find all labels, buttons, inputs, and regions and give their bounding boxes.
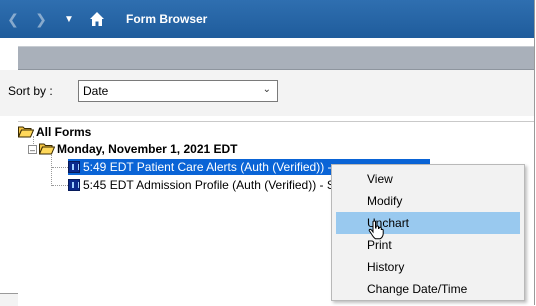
sort-by-label: Sort by : <box>8 84 53 98</box>
sort-by-select[interactable]: Date ⌄ <box>78 80 278 102</box>
folder-open-icon <box>39 143 55 155</box>
tree-node-all-forms[interactable]: All Forms <box>18 124 91 140</box>
menu-item-history[interactable]: History <box>336 256 520 278</box>
tree-node-date[interactable]: Monday, November 1, 2021 EDT <box>39 141 238 157</box>
title-bar: ❮ ❯ ▼ Form Browser <box>0 0 534 38</box>
context-menu: View Modify Unchart Print History Change… <box>331 164 525 301</box>
window-title: Form Browser <box>126 12 208 26</box>
folder-open-icon <box>18 126 34 138</box>
tree-expander-icon[interactable]: – <box>28 145 37 155</box>
tree-connector <box>52 167 68 168</box>
dropdown-arrow-icon[interactable]: ▼ <box>58 0 80 38</box>
menu-item-change-date-time[interactable]: Change Date/Time <box>336 278 520 300</box>
tree-node-label: All Forms <box>36 125 92 139</box>
chevron-left-icon[interactable]: ❮ <box>2 0 24 38</box>
chevron-right-icon[interactable]: ❯ <box>30 0 52 38</box>
tree-connector <box>52 185 68 186</box>
panel-edge <box>0 293 18 306</box>
chevron-down-icon[interactable]: ⌄ <box>263 84 271 95</box>
tree-node-label: Monday, November 1, 2021 EDT <box>57 142 238 156</box>
tree-item-label: 5:45 EDT Admission Profile (Auth (Verifi… <box>83 178 335 192</box>
tree-item-label: 5:49 EDT Patient Care Alerts (Auth (Veri… <box>83 160 332 174</box>
sort-by-value: Date <box>83 84 109 98</box>
tree-connector <box>51 152 52 186</box>
home-icon[interactable] <box>86 0 108 38</box>
menu-item-unchart[interactable]: Unchart <box>336 212 520 234</box>
menu-item-print[interactable]: Print <box>336 234 520 256</box>
tree-item-form[interactable]: 5:45 EDT Admission Profile (Auth (Verifi… <box>68 177 335 193</box>
form-icon <box>68 179 80 191</box>
menu-item-modify[interactable]: Modify <box>336 190 520 212</box>
form-icon <box>68 161 80 173</box>
toolbar-strip <box>18 46 534 70</box>
hand-cursor-icon <box>368 220 384 240</box>
menu-item-view[interactable]: View <box>336 168 520 190</box>
